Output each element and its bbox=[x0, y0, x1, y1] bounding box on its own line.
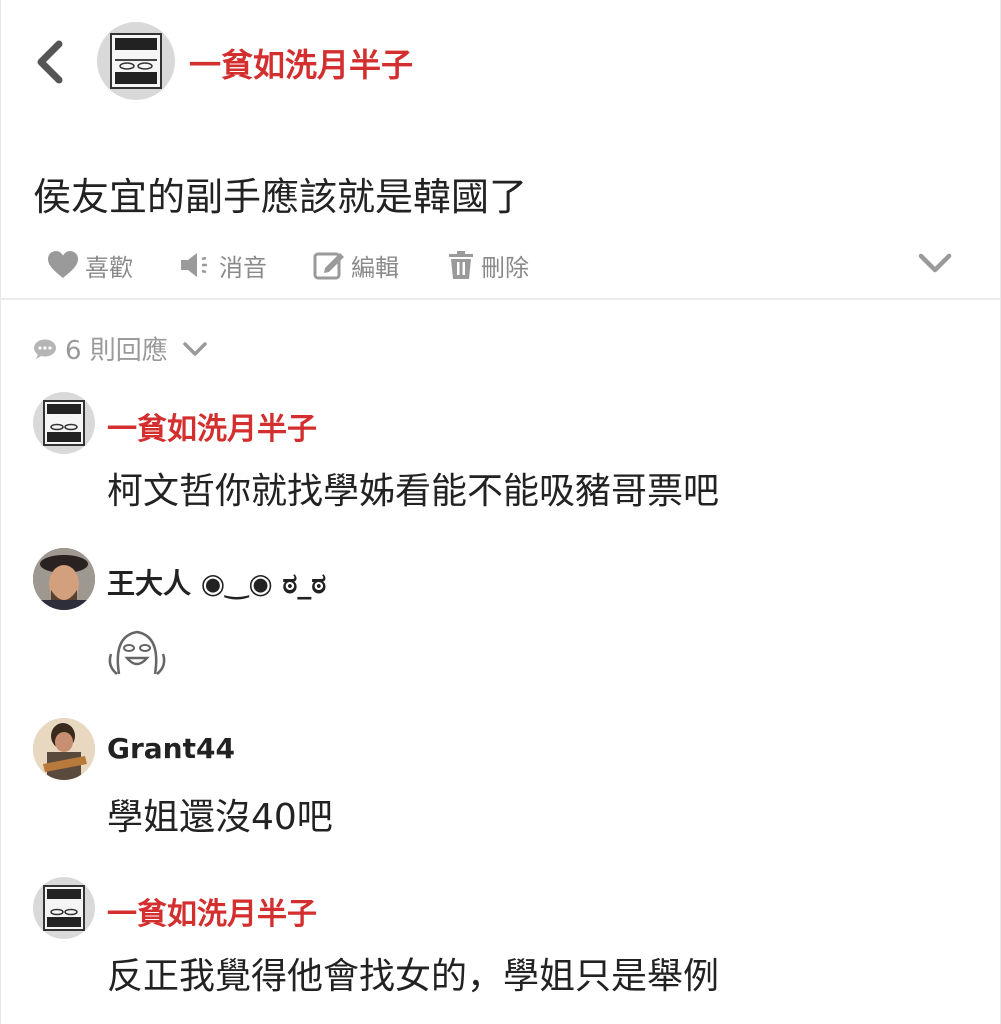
speech-bubble-icon bbox=[34, 339, 56, 359]
edit-label: 編輯 bbox=[351, 253, 399, 282]
commenter-name[interactable]: Grant44 bbox=[107, 732, 235, 765]
commenter-name[interactable]: 王大人 ◉‿◉ ಠ_ಠ bbox=[107, 562, 326, 602]
commenter-avatar[interactable] bbox=[33, 392, 95, 454]
heart-icon bbox=[48, 251, 78, 278]
author-name[interactable]: 一貧如洗月半子 bbox=[189, 40, 413, 86]
mute-button[interactable]: 消音 bbox=[179, 240, 267, 290]
chevron-left-icon bbox=[37, 40, 63, 84]
commenter-avatar[interactable] bbox=[33, 718, 95, 780]
delete-label: 刪除 bbox=[481, 253, 529, 282]
chevron-down-icon bbox=[918, 253, 952, 273]
trash-icon bbox=[449, 251, 473, 279]
reply-count-label: 6 則回應 bbox=[65, 336, 168, 366]
comment-text: 學姐還沒40吧 bbox=[107, 797, 333, 838]
comment-text: 反正我覺得他會找女的，學姐只是舉例 bbox=[107, 956, 720, 997]
commenter-name[interactable]: 一貧如洗月半子 bbox=[107, 889, 317, 933]
commenter-name[interactable]: 一貧如洗月半子 bbox=[107, 404, 317, 448]
more-options-button[interactable] bbox=[915, 248, 955, 282]
post-text: 侯友宜的副手應該就是韓國了 bbox=[33, 175, 528, 219]
edit-icon bbox=[313, 252, 344, 280]
mute-label: 消音 bbox=[219, 253, 267, 282]
author-avatar[interactable] bbox=[97, 22, 175, 100]
ghost-sticker-icon bbox=[105, 624, 169, 688]
commenter-avatar[interactable] bbox=[33, 548, 95, 610]
edit-button[interactable]: 編輯 bbox=[313, 240, 399, 290]
like-button[interactable]: 喜歡 bbox=[47, 240, 133, 290]
like-label: 喜歡 bbox=[85, 253, 133, 282]
reply-count-toggle[interactable]: 6 則回應 bbox=[33, 330, 216, 367]
delete-button[interactable]: 刪除 bbox=[447, 240, 529, 290]
thread-page: 一貧如洗月半子 侯友宜的副手應該就是韓國了 喜歡 消音 編輯 刪除 6 則回應 … bbox=[0, 0, 1001, 1024]
thread-header: 一貧如洗月半子 bbox=[1, 18, 1000, 108]
section-divider bbox=[1, 298, 1000, 300]
speaker-mute-icon bbox=[181, 253, 207, 277]
post-action-bar: 喜歡 消音 編輯 刪除 bbox=[1, 240, 1000, 290]
chevron-down-icon bbox=[183, 341, 207, 356]
comment-text: 柯文哲你就找學姊看能不能吸豬哥票吧 bbox=[107, 471, 720, 512]
commenter-avatar[interactable] bbox=[33, 877, 95, 939]
back-button[interactable] bbox=[31, 38, 71, 86]
